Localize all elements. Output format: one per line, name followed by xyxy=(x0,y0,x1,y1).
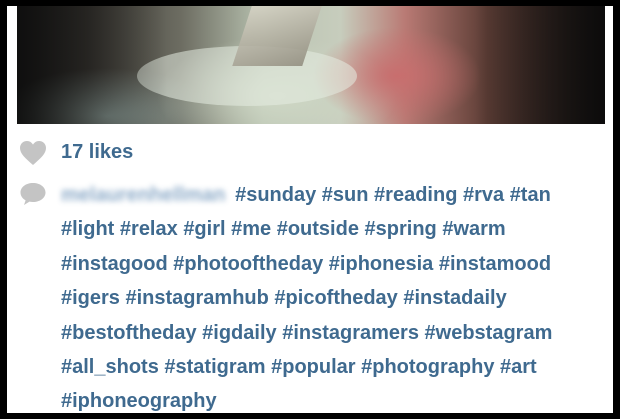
comment-bubble-icon[interactable] xyxy=(19,182,47,206)
hashtag-link[interactable]: #girl xyxy=(183,218,225,240)
hashtag-link[interactable]: #sunday xyxy=(235,184,316,206)
hashtag-link[interactable]: #photography xyxy=(361,356,494,378)
hashtag-link[interactable]: #instagood xyxy=(61,253,168,275)
hashtag-link[interactable]: #outside xyxy=(277,218,359,240)
hashtag-link[interactable]: #light xyxy=(61,218,114,240)
hashtag-link[interactable]: #webstagram xyxy=(425,322,553,344)
hashtag-link[interactable]: #igers xyxy=(61,287,120,309)
hashtag-link[interactable]: #instagramers xyxy=(282,322,419,344)
hashtag-link[interactable]: #popular xyxy=(271,356,355,378)
hashtag-link[interactable]: #instamood xyxy=(439,253,551,275)
hashtag-link[interactable]: #sun xyxy=(322,184,369,206)
hashtag-link[interactable]: #picoftheday xyxy=(274,287,397,309)
hashtag-link[interactable]: #instadaily xyxy=(403,287,506,309)
heart-icon[interactable] xyxy=(19,140,47,166)
hashtag-link[interactable]: #iphonesia xyxy=(329,253,433,275)
post-card: 17 likes melaurenhellman #sunday #sun #r… xyxy=(7,6,613,413)
hashtag-link[interactable]: #art xyxy=(500,356,537,378)
photo-shadow xyxy=(475,6,605,124)
hashtag-link[interactable]: #reading xyxy=(374,184,457,206)
hashtag-link[interactable]: #spring xyxy=(365,218,437,240)
hashtag-link[interactable]: #igdaily xyxy=(202,322,276,344)
hashtag-list: #sunday #sun #reading #rva #tan #light #… xyxy=(61,184,552,412)
hashtag-link[interactable]: #warm xyxy=(442,218,505,240)
hashtag-link[interactable]: #rva xyxy=(463,184,504,206)
photo-shadow xyxy=(17,6,167,124)
hashtag-link[interactable]: #all_shots xyxy=(61,356,159,378)
hashtag-link[interactable]: #iphoneography xyxy=(61,390,217,412)
hashtag-link[interactable]: #statigram xyxy=(164,356,265,378)
hashtag-link[interactable]: #me xyxy=(231,218,271,240)
post-photo[interactable] xyxy=(17,6,605,124)
hashtag-link[interactable]: #relax xyxy=(120,218,178,240)
username-link[interactable]: melaurenhellman xyxy=(61,178,226,212)
hashtag-link[interactable]: #photooftheday xyxy=(173,253,323,275)
hashtag-link[interactable]: #bestoftheday xyxy=(61,322,197,344)
hashtag-link[interactable]: #instagramhub xyxy=(126,287,269,309)
likes-count[interactable]: 17 likes xyxy=(61,139,133,165)
likes-row: 17 likes xyxy=(19,139,133,166)
hashtag-link[interactable]: #tan xyxy=(510,184,551,206)
caption-row: melaurenhellman #sunday #sun #reading #r… xyxy=(19,178,601,413)
caption-text: melaurenhellman #sunday #sun #reading #r… xyxy=(61,178,601,413)
